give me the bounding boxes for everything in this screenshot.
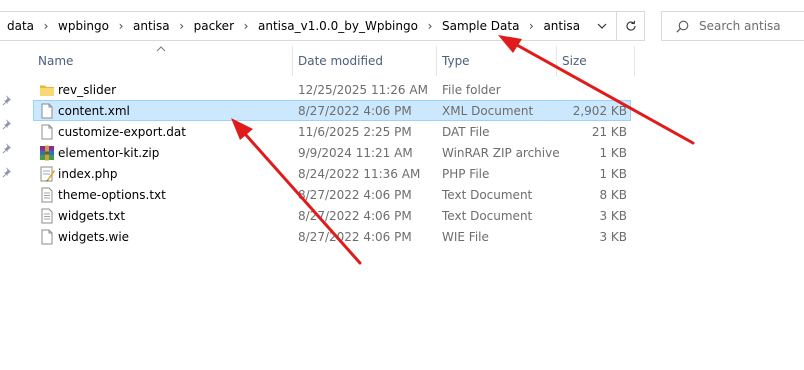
file-row[interactable]: theme-options.txt 8/27/2022 4:06 PM Text… bbox=[33, 184, 631, 205]
file-name: rev_slider bbox=[58, 83, 117, 97]
search-input[interactable] bbox=[699, 19, 799, 33]
file-size: 21 KB bbox=[591, 125, 627, 139]
column-header-date-modified[interactable]: Date modified bbox=[293, 46, 437, 76]
file-size: 8 KB bbox=[599, 188, 627, 202]
file-type: Text Document bbox=[442, 209, 533, 223]
pin-icon bbox=[2, 95, 11, 106]
winrar-archive-icon bbox=[40, 145, 54, 161]
file-name: theme-options.txt bbox=[58, 188, 166, 202]
file-name: content.xml bbox=[58, 104, 130, 118]
chevron-down-icon bbox=[597, 23, 607, 29]
refresh-icon bbox=[625, 20, 636, 31]
breadcrumb-item[interactable]: antisa_v1.0.0_by_Wpbingo bbox=[257, 19, 419, 33]
chevron-right-icon[interactable]: › bbox=[171, 19, 193, 33]
breadcrumb-item[interactable]: data bbox=[6, 19, 35, 33]
file-row[interactable]: widgets.wie 8/27/2022 4:06 PM WIE File 3… bbox=[33, 226, 631, 247]
address-bar[interactable]: data › wpbingo › antisa › packer › antis… bbox=[0, 11, 617, 41]
chevron-right-icon[interactable]: › bbox=[110, 19, 132, 33]
file-type: WIE File bbox=[442, 230, 489, 244]
chevron-right-icon[interactable]: › bbox=[520, 19, 542, 33]
file-date: 8/27/2022 4:06 PM bbox=[298, 209, 412, 223]
file-size: 1 KB bbox=[599, 146, 627, 160]
pin-icon bbox=[2, 167, 11, 178]
file-type: WinRAR ZIP archive bbox=[442, 146, 560, 160]
breadcrumb: data › wpbingo › antisa › packer › antis… bbox=[0, 19, 588, 33]
breadcrumb-item[interactable]: Sample Data bbox=[441, 19, 520, 33]
document-icon bbox=[41, 229, 53, 245]
chevron-right-icon[interactable]: › bbox=[419, 19, 441, 33]
file-name: index.php bbox=[58, 167, 118, 181]
file-name: elementor-kit.zip bbox=[58, 146, 160, 160]
file-date: 11/6/2025 2:25 PM bbox=[298, 125, 412, 139]
folder-icon bbox=[40, 85, 54, 96]
file-date: 8/24/2022 11:36 AM bbox=[298, 167, 421, 181]
file-date: 8/27/2022 4:06 PM bbox=[298, 104, 412, 118]
column-header-size[interactable]: Size bbox=[557, 46, 635, 76]
file-type: XML Document bbox=[442, 104, 534, 118]
pin-icon bbox=[2, 119, 11, 130]
file-type: PHP File bbox=[442, 167, 490, 181]
file-size: 2,902 KB bbox=[572, 104, 627, 118]
breadcrumb-item[interactable]: antisa bbox=[132, 19, 171, 33]
toolbar: data › wpbingo › antisa › packer › antis… bbox=[0, 0, 804, 46]
file-name: widgets.wie bbox=[58, 230, 130, 244]
address-history-dropdown[interactable] bbox=[588, 12, 616, 40]
file-row[interactable]: widgets.txt 8/27/2022 4:06 PM Text Docum… bbox=[33, 205, 631, 226]
php-file-icon bbox=[40, 166, 55, 182]
text-file-icon bbox=[41, 208, 53, 224]
file-type: DAT File bbox=[442, 125, 490, 139]
file-size: 3 KB bbox=[599, 230, 627, 244]
text-file-icon bbox=[41, 187, 53, 203]
file-explorer-window: data › wpbingo › antisa › packer › antis… bbox=[0, 0, 804, 370]
refresh-button[interactable] bbox=[617, 11, 645, 41]
file-row[interactable]: elementor-kit.zip 9/9/2024 11:21 AM WinR… bbox=[33, 142, 631, 163]
search-icon bbox=[676, 20, 689, 33]
file-date: 12/25/2025 11:26 AM bbox=[298, 83, 428, 97]
file-date: 9/9/2024 11:21 AM bbox=[298, 146, 413, 160]
file-size: 3 KB bbox=[599, 209, 627, 223]
file-row[interactable]: rev_slider 12/25/2025 11:26 AM File fold… bbox=[33, 79, 631, 100]
column-header-name[interactable]: Name bbox=[33, 46, 293, 76]
pin-icon bbox=[2, 143, 11, 154]
navigation-pane bbox=[0, 46, 16, 370]
chevron-right-icon[interactable]: › bbox=[35, 19, 57, 33]
column-header-label: Date modified bbox=[298, 54, 384, 68]
search-box[interactable] bbox=[661, 11, 804, 41]
file-row-selected[interactable]: content.xml 8/27/2022 4:06 PM XML Docume… bbox=[33, 100, 631, 121]
breadcrumb-item-current[interactable]: antisa bbox=[542, 19, 581, 33]
file-date: 8/27/2022 4:06 PM bbox=[298, 230, 412, 244]
file-row[interactable]: customize-export.dat 11/6/2025 2:25 PM D… bbox=[33, 121, 631, 142]
breadcrumb-item[interactable]: wpbingo bbox=[57, 19, 110, 33]
document-icon bbox=[41, 124, 53, 140]
file-row[interactable]: index.php 8/24/2022 11:36 AM PHP File 1 … bbox=[33, 163, 631, 184]
breadcrumb-item[interactable]: packer bbox=[193, 19, 235, 33]
column-header-type[interactable]: Type bbox=[437, 46, 557, 76]
chevron-right-icon[interactable]: › bbox=[235, 19, 257, 33]
column-header-label: Size bbox=[562, 54, 587, 68]
document-icon bbox=[41, 103, 53, 119]
column-headers: Name Date modified Type Size bbox=[16, 46, 804, 76]
file-size: 1 KB bbox=[599, 167, 627, 181]
file-type: Text Document bbox=[442, 188, 533, 202]
file-name: widgets.txt bbox=[58, 209, 126, 223]
file-type: File folder bbox=[442, 83, 501, 97]
column-header-label: Type bbox=[442, 54, 470, 68]
file-date: 8/27/2022 4:06 PM bbox=[298, 188, 412, 202]
column-header-label: Name bbox=[38, 54, 74, 68]
file-name: customize-export.dat bbox=[58, 125, 186, 139]
